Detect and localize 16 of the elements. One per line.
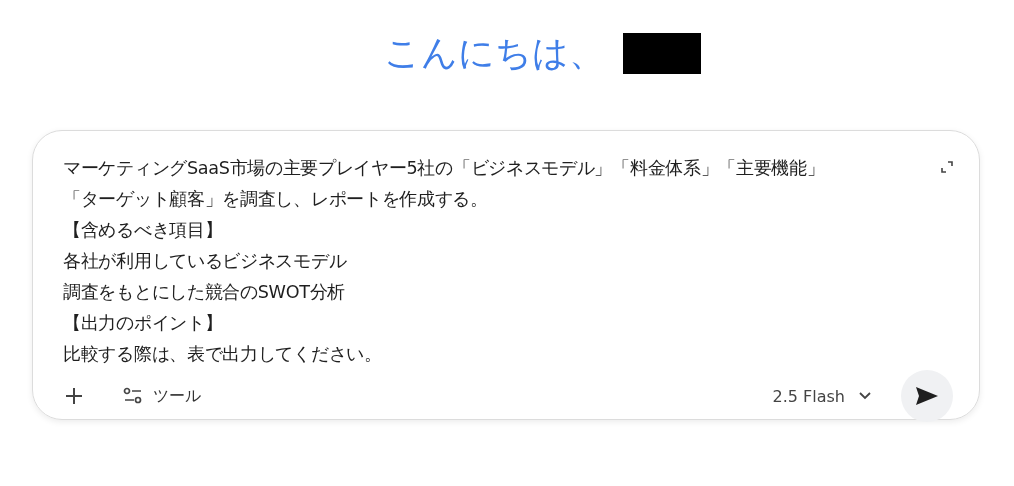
- sliders-icon: [123, 387, 143, 405]
- add-icon[interactable]: [65, 387, 83, 405]
- send-icon: [915, 386, 939, 406]
- prompt-line: マーケティングSaaS市場の主要プレイヤー5社の「ビジネスモデル」「料金体系」「主要機能」: [63, 158, 825, 178]
- expand-icon[interactable]: [941, 161, 953, 173]
- prompt-line: 比較する際は、表で出力してください。: [63, 344, 382, 364]
- tools-button[interactable]: ツール: [123, 385, 201, 407]
- send-button[interactable]: [901, 370, 953, 422]
- prompt-line: 【出力のポイント】: [63, 313, 223, 333]
- prompt-line: 「ターゲット顧客」を調査し、レポートを作成する。: [63, 189, 488, 209]
- prompt-line: 各社が利用しているビジネスモデル: [63, 251, 347, 271]
- greeting-heading: こんにちは、: [383, 30, 605, 75]
- model-selector[interactable]: 2.5 Flash: [766, 386, 877, 406]
- chevron-down-icon: [859, 392, 871, 400]
- prompt-line: 【含めるべき項目】: [63, 220, 223, 240]
- prompt-line: 調査をもとにした競合のSWOT分析: [63, 282, 346, 302]
